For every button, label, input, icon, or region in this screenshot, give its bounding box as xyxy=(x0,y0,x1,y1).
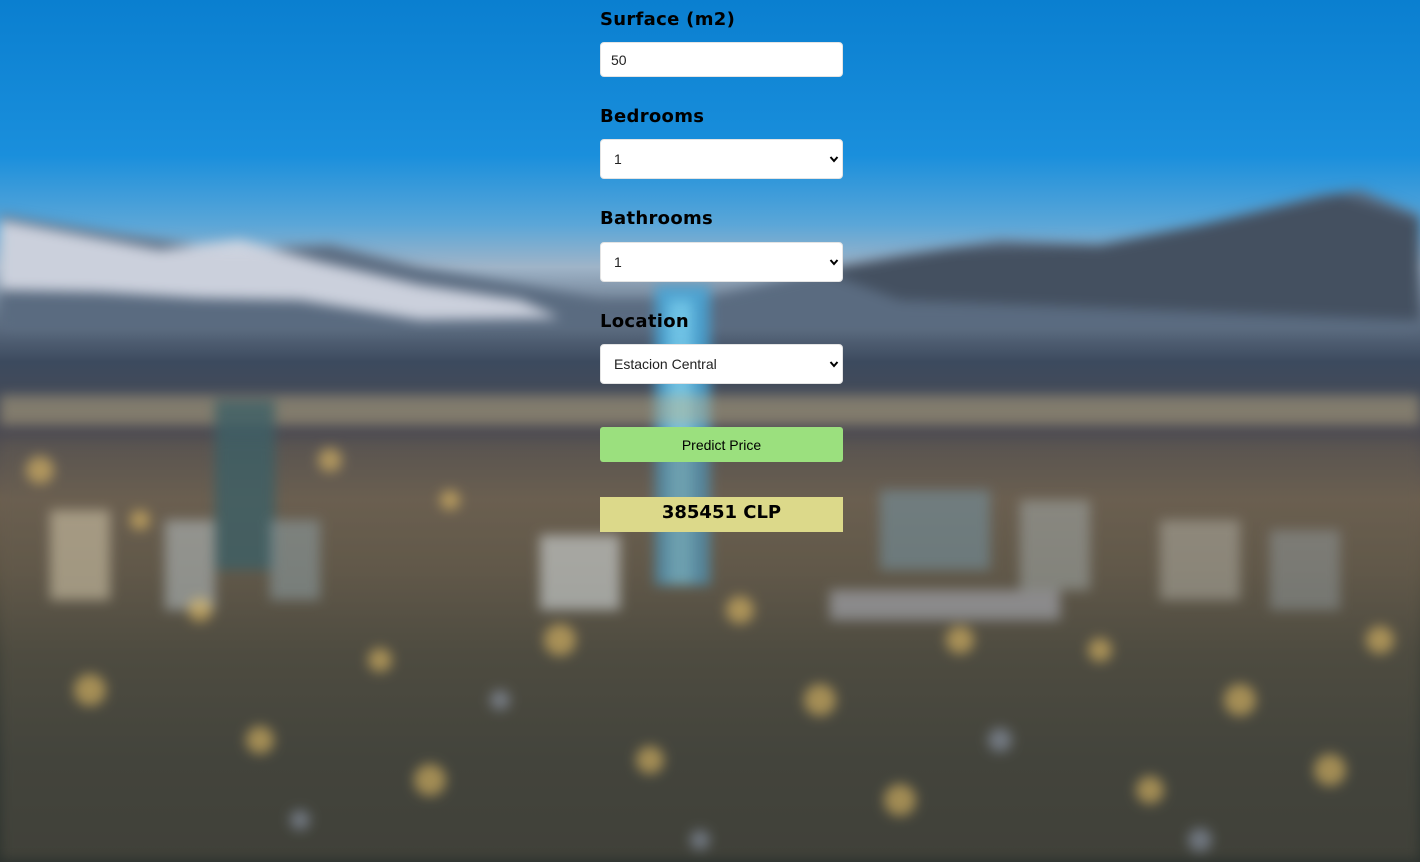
predicted-price-result: 385451 CLP xyxy=(600,497,843,532)
chevron-down-icon xyxy=(829,156,839,163)
surface-value: 50 xyxy=(611,51,627,68)
location-label: Location xyxy=(600,311,690,332)
location-selected: Estacion Central xyxy=(614,356,717,372)
bathrooms-select[interactable]: 1 xyxy=(600,242,843,282)
chevron-down-icon xyxy=(829,361,839,368)
bedrooms-label: Bedrooms xyxy=(600,106,705,127)
chevron-down-icon xyxy=(829,259,839,266)
predict-price-button[interactable]: Predict Price xyxy=(600,427,843,462)
bedrooms-select[interactable]: 1 xyxy=(600,139,843,179)
location-select[interactable]: Estacion Central xyxy=(600,344,843,384)
bathrooms-selected: 1 xyxy=(614,254,622,270)
bedrooms-selected: 1 xyxy=(614,151,622,167)
bathrooms-label: Bathrooms xyxy=(600,208,714,229)
surface-input[interactable]: 50 xyxy=(600,42,843,77)
surface-label: Surface (m2) xyxy=(600,9,736,30)
